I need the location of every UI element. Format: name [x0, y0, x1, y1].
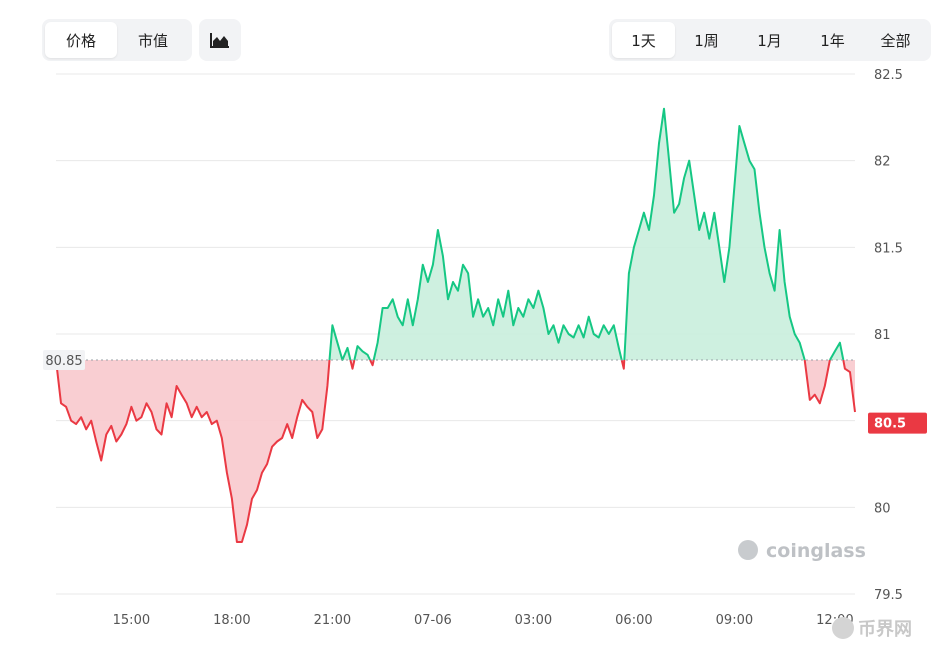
- corner-logo-text: 币界网: [858, 619, 912, 640]
- price-line-down: [620, 359, 626, 370]
- watermark-text: coinglass: [766, 540, 866, 562]
- corner-logo-icon: [832, 617, 854, 639]
- area-above-baseline: [373, 230, 622, 360]
- baseline-label: 80.85: [45, 354, 82, 369]
- x-tick-label: 09:00: [716, 613, 753, 628]
- y-tick-label: 80: [874, 501, 891, 516]
- x-tick-label: 03:00: [515, 613, 552, 628]
- area-below-baseline: [56, 360, 330, 542]
- y-tick-label: 81: [874, 328, 891, 343]
- x-tick-label: 18:00: [213, 613, 250, 628]
- y-tick-label: 79.5: [874, 588, 903, 603]
- watermark: coinglass: [738, 540, 866, 562]
- last-value-label: 80.5: [874, 417, 906, 432]
- y-tick-label: 82.5: [874, 68, 903, 83]
- y-tick-label: 81.5: [874, 241, 903, 256]
- x-tick-label: 06:00: [615, 613, 652, 628]
- x-tick-label: 15:00: [113, 613, 150, 628]
- price-chart: 82.5 82 81.5 81 80.5 80 79.5 15:00 18:00 21:00 07-…: [43, 68, 927, 640]
- coinglass-logo-icon: [738, 540, 758, 560]
- x-tick-label: 07-06: [414, 613, 452, 628]
- x-tick-label: 21:00: [314, 613, 351, 628]
- area-above-baseline: [624, 108, 805, 360]
- y-tick-label: 82: [874, 155, 891, 170]
